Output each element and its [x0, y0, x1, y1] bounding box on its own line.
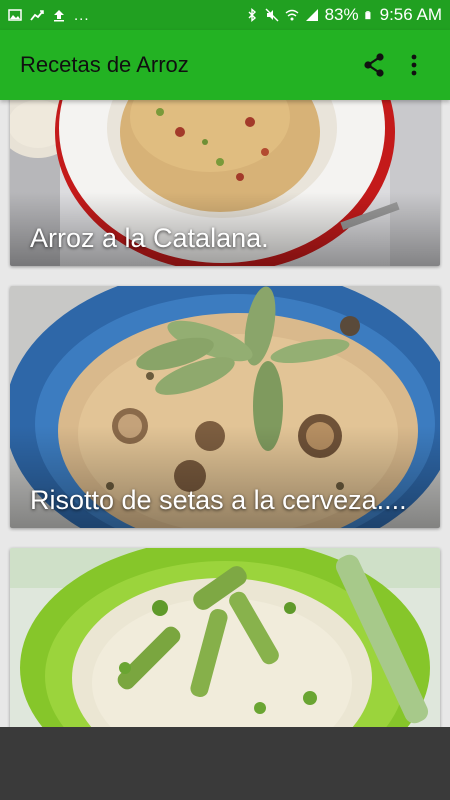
clock: 9:56 AM — [379, 5, 442, 24]
wifi-icon — [285, 9, 299, 21]
system-icons: 83% 9:56 AM — [245, 5, 442, 25]
recipe-card-arroz-catalana[interactable]: Arroz a la Catalana. — [10, 100, 440, 266]
mute-icon — [265, 8, 279, 22]
recipe-card-risotto-setas[interactable]: Risotto de setas a la cerveza.... — [10, 286, 440, 528]
app-title: Recetas de Arroz — [20, 52, 189, 77]
recipe-image — [10, 548, 440, 727]
signal-icon — [305, 9, 318, 21]
more-vert-icon — [411, 54, 417, 76]
share-icon — [364, 53, 384, 77]
notification-icons: ... — [8, 7, 90, 24]
trend-notification-icon — [30, 10, 44, 21]
image-notification-icon — [8, 9, 22, 21]
recipe-list[interactable]: Arroz a la Catalana. Risotto de setas a … — [0, 100, 450, 727]
status-bar: ... 83% 9:56 AM — [0, 0, 450, 30]
recipe-title: Arroz a la Catalana. — [30, 223, 269, 253]
recipe-card-arroz-esparragos[interactable] — [10, 548, 440, 727]
upload-notification-icon — [54, 10, 64, 22]
recipe-title: Risotto de setas a la cerveza.... — [30, 485, 407, 515]
bluetooth-icon — [248, 8, 256, 22]
battery-percent: 83% — [324, 5, 359, 24]
battery-icon — [364, 11, 371, 20]
overflow-menu-button[interactable] — [394, 45, 434, 85]
app-bar: Recetas de Arroz — [0, 30, 450, 100]
more-notifications: ... — [74, 6, 90, 24]
share-button[interactable] — [354, 45, 394, 85]
bottom-bar — [0, 727, 450, 800]
